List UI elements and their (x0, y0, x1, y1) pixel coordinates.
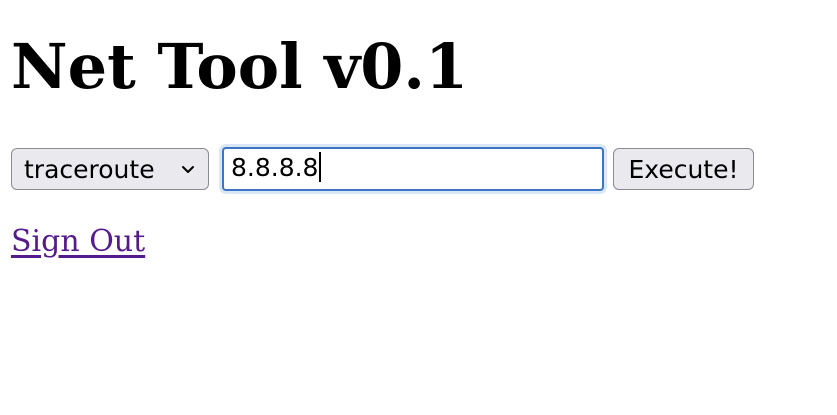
page: Net Tool v0.1 traceroute 8.8.8.8 Execute… (0, 0, 837, 415)
text-caret (319, 152, 322, 182)
command-select-value: traceroute (24, 154, 155, 184)
sign-out-link[interactable]: Sign Out (11, 222, 145, 262)
chevron-down-icon (182, 166, 194, 173)
target-input[interactable]: 8.8.8.8 (219, 144, 607, 194)
command-select[interactable]: traceroute (11, 148, 209, 190)
target-input-field[interactable]: 8.8.8.8 (222, 147, 604, 191)
page-title: Net Tool v0.1 (11, 30, 469, 103)
execute-button[interactable]: Execute! (613, 148, 754, 190)
target-input-value: 8.8.8.8 (231, 153, 319, 182)
